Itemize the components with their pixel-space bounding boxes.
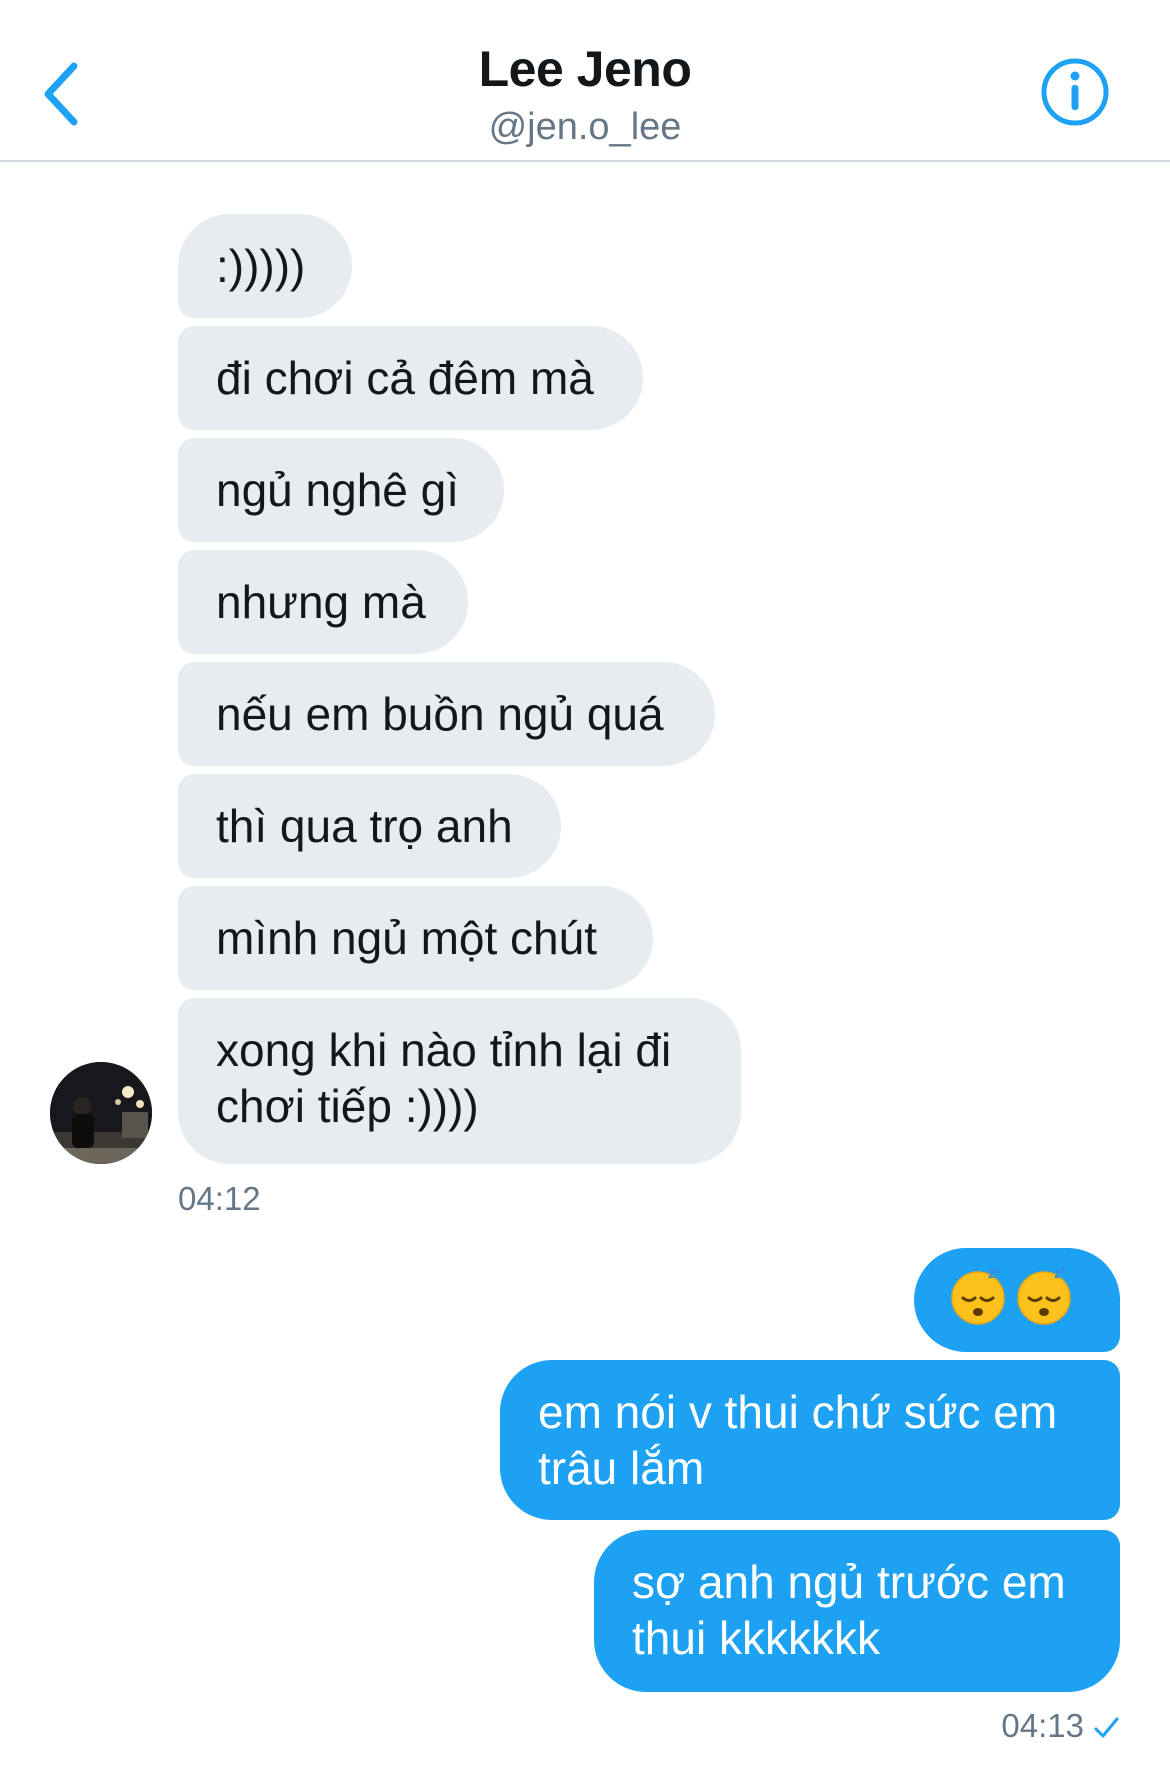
message-text-line: thui kkkkkkk (632, 1612, 880, 1664)
outgoing-message[interactable]: sợ anh ngủ trước em thui kkkkkkk (594, 1530, 1120, 1692)
svg-text:z: z (1061, 1266, 1066, 1276)
incoming-message[interactable]: mình ngủ một chút (178, 886, 653, 990)
incoming-timestamp: 04:12 (178, 1180, 261, 1217)
message-text: nếu em buồn ngủ quá (216, 688, 664, 740)
incoming-message[interactable]: :))))) (178, 214, 352, 318)
incoming-message[interactable]: nhưng mà (178, 550, 468, 654)
incoming-message[interactable]: nếu em buồn ngủ quá (178, 662, 715, 766)
message-text: ngủ nghê gì (216, 464, 460, 516)
outgoing-timestamp: 04:13 (1001, 1707, 1084, 1744)
info-icon (1041, 58, 1109, 126)
message-text: mình ngủ một chút (216, 912, 597, 964)
conversation-header: Lee Jeno @jen.o_lee (0, 0, 1170, 162)
message-text: nhưng mà (216, 576, 426, 628)
message-text: :))))) (216, 240, 306, 292)
svg-text:z: z (988, 1267, 995, 1281)
info-button[interactable] (1040, 57, 1110, 127)
contact-avatar[interactable] (50, 1062, 152, 1164)
incoming-message[interactable]: xong khi nào tỉnh lại đi chơi tiếp :)))) (178, 998, 741, 1164)
incoming-message[interactable]: thì qua trọ anh (178, 774, 561, 878)
message-text-line: sợ anh ngủ trước em (632, 1556, 1066, 1608)
svg-text:z: z (1054, 1267, 1061, 1281)
outgoing-message[interactable]: em nói v thui chứ sức em trâu lắm (500, 1360, 1120, 1520)
contact-name: Lee Jeno (478, 41, 692, 97)
sleeping-face-emoji: z z (1017, 1266, 1071, 1325)
sleeping-face-emoji: z z (951, 1266, 1005, 1325)
checkmark-icon (1094, 1717, 1119, 1738)
svg-text:z: z (995, 1266, 1000, 1276)
outgoing-message[interactable]: z z z z (914, 1248, 1120, 1352)
contact-handle: @jen.o_lee (488, 106, 682, 148)
message-text-line: xong khi nào tỉnh lại đi (216, 1024, 672, 1076)
message-text-line: em nói v thui chứ sức em (538, 1386, 1058, 1438)
incoming-message[interactable]: đi chơi cả đêm mà (178, 326, 643, 430)
outgoing-timestamp-row: 04:13 (980, 1706, 1120, 1746)
message-text-line: trâu lắm (538, 1442, 705, 1494)
message-text: thì qua trọ anh (216, 800, 513, 852)
message-text-line: chơi tiếp :)))) (216, 1080, 479, 1132)
conversation-title-block[interactable]: Lee Jeno @jen.o_lee (0, 36, 1170, 152)
emoji-row: z z z z (950, 1248, 1120, 1326)
message-text: đi chơi cả đêm mà (216, 352, 594, 404)
avatar-photo (50, 1062, 152, 1164)
incoming-message[interactable]: ngủ nghê gì (178, 438, 504, 542)
